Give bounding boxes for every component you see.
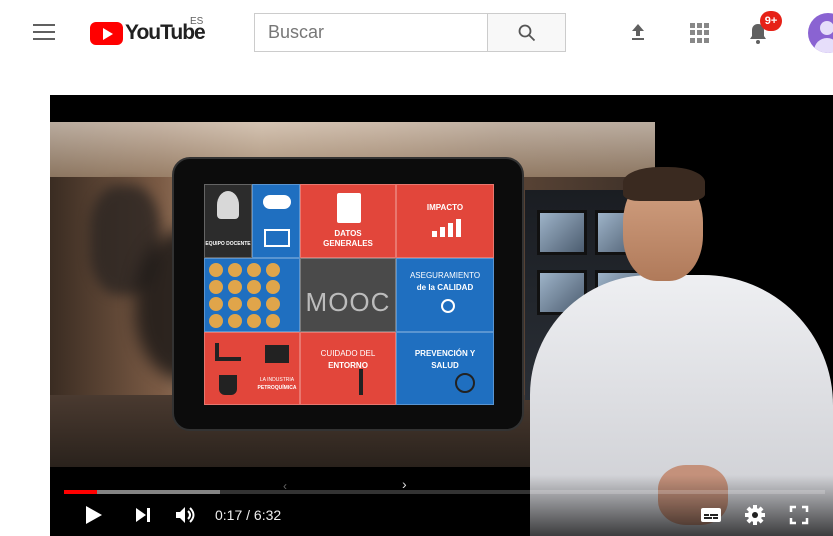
tablet-screen: EQUIPO DOCENTE DATOS GENERALES IMPACTO M… [204,184,494,405]
volume-button[interactable] [174,504,196,526]
tile-cuidado-label2: ENTORNO [328,361,368,370]
mail-icon [264,229,290,247]
progress-played [64,490,97,494]
next-button[interactable] [132,504,154,526]
tile-impacto: IMPACTO [396,184,494,258]
tile-contact [252,184,300,258]
tile-prevencion-label1: PREVENCIÓN Y [414,349,476,358]
factory-icon [265,345,289,363]
search-icon [518,24,535,41]
tablet-graphic: EQUIPO DOCENTE DATOS GENERALES IMPACTO M… [172,157,524,431]
plant-icon [359,369,363,395]
masthead: YouTube ES Buscar 9+ [0,0,833,66]
monitor [537,210,587,255]
notification-badge: 9+ [760,11,782,31]
tile-aseguramiento: ASEGURAMIENTO de la CALIDAD [396,258,494,332]
tile-datos-generales-label: DATOS GENERALES [323,229,373,248]
tile-badges [204,258,300,332]
document-icon [337,193,361,223]
tile-mooc-label: MOOC [305,287,391,317]
tile-cuidado-entorno: CUIDADO DEL ENTORNO [300,332,396,405]
tile-aseguramiento-label1: ASEGURAMIENTO [409,271,481,280]
play-button[interactable] [82,504,104,526]
upload-icon[interactable] [628,22,648,42]
pumpjack-icon [215,343,241,361]
tile-aseguramiento-label2: de la CALIDAD [416,283,474,292]
next-icon [136,508,150,522]
settings-button[interactable] [744,504,766,526]
play-icon [86,506,102,524]
search-input[interactable]: Buscar [254,13,488,52]
cloud-icon [263,195,291,209]
youtube-logo-mark [90,21,123,45]
tile-prevencion-salud: PREVENCIÓN Y SALUD [396,332,494,405]
search-button[interactable] [487,13,566,52]
user-icon [217,191,239,219]
gear-icon [745,505,765,525]
presenter-hair [623,167,705,201]
head-icon [455,373,475,393]
tile-datos-generales: DATOS GENERALES [300,184,396,258]
subtitles-icon [701,508,721,522]
tile-impacto-label: IMPACTO [426,203,464,212]
progress-bar[interactable] [64,490,825,494]
tile-prevencion-label2: SALUD [431,361,459,370]
tile-mooc: MOOC [300,258,396,332]
tile-industria-label1: LA INDUSTRIA [259,377,295,383]
menu-icon[interactable] [33,24,55,42]
time-display: 0:17 / 6:32 [215,507,282,523]
tile-industria: LA INDUSTRIA PETROQUÍMICA [204,332,300,405]
tile-equipo-docente: EQUIPO DOCENTE [204,184,252,258]
avatar[interactable] [808,13,833,53]
video-player[interactable]: EQUIPO DOCENTE DATOS GENERALES IMPACTO M… [50,95,833,536]
tile-industria-label2: PETROQUÍMICA [257,385,297,391]
subtitles-button[interactable] [700,504,722,526]
badge-grid [205,259,299,331]
volume-icon [176,507,195,523]
flask-icon [219,375,237,395]
fullscreen-button[interactable] [788,504,810,526]
magnifier-icon [441,299,455,313]
tile-equipo-docente-label: EQUIPO DOCENTE [205,241,251,247]
bar-chart-icon [432,219,462,237]
country-code: ES [190,16,204,27]
apps-grid-icon[interactable] [690,23,710,43]
search-placeholder: Buscar [268,22,325,42]
youtube-logo[interactable]: YouTube [90,20,206,46]
tile-cuidado-label1: CUIDADO DEL [320,349,376,358]
fullscreen-icon [789,505,809,525]
